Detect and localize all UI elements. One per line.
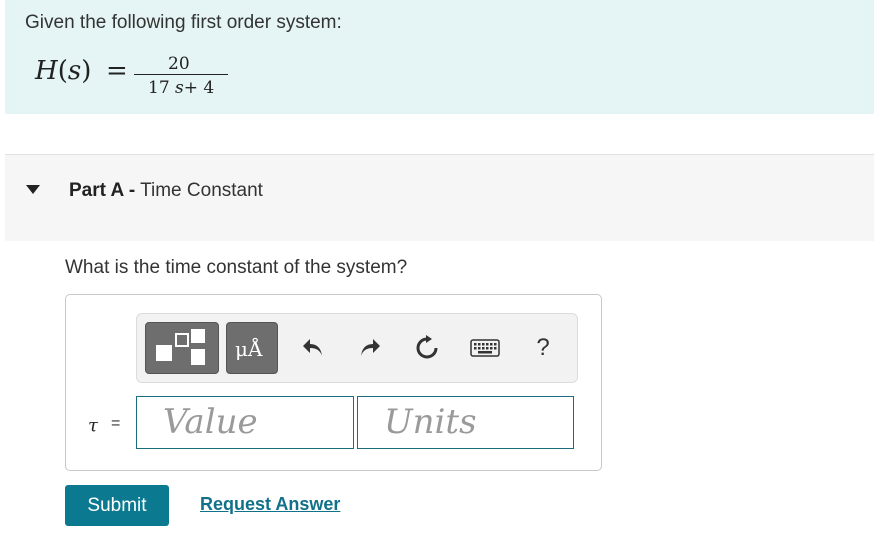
help-button[interactable]: ?: [527, 332, 559, 364]
symbols-label: μÅ: [235, 337, 263, 361]
equation-argument: s: [67, 56, 82, 86]
template-square-left: [156, 345, 172, 361]
problem-intro-panel: Given the following first order system: …: [5, 0, 874, 114]
submit-button[interactable]: Submit: [65, 485, 169, 526]
intro-text: Given the following first order system:: [25, 12, 342, 33]
answer-box: μÅ ? τ = Value Units: [65, 294, 602, 471]
value-input[interactable]: Value: [136, 396, 354, 449]
equation-open-paren: (: [57, 56, 68, 86]
request-answer-link[interactable]: Request Answer: [200, 494, 340, 515]
part-a-label: Part A -: [69, 180, 136, 201]
answer-equals: =: [111, 415, 121, 432]
answer-variable: τ: [88, 415, 98, 436]
question-text: What is the time constant of the system?: [65, 257, 408, 278]
equation-equals: =: [106, 56, 128, 86]
units-input[interactable]: Units: [357, 396, 574, 449]
template-square-top: [191, 329, 205, 343]
equation-lhs: H(s): [35, 56, 91, 86]
template-square-outline: [175, 333, 189, 347]
collapse-caret-icon[interactable]: [26, 185, 40, 194]
templates-button[interactable]: [145, 322, 219, 374]
math-toolbar: μÅ ?: [136, 313, 578, 383]
keyboard-icon[interactable]: [469, 332, 501, 364]
symbols-button[interactable]: μÅ: [226, 322, 278, 374]
equation-function-name: H: [35, 56, 58, 86]
denominator-coefficient: 17: [148, 78, 170, 98]
template-square-bottom: [191, 349, 205, 365]
equation-close-paren: ): [81, 56, 92, 86]
part-a-name: Time Constant: [140, 180, 263, 201]
fraction-bar: [134, 74, 228, 75]
equation-numerator: 20: [168, 54, 190, 74]
redo-icon[interactable]: [354, 332, 386, 364]
undo-icon[interactable]: [297, 332, 329, 364]
denominator-rest: + 4: [183, 78, 215, 98]
help-label: ?: [536, 334, 550, 361]
part-a-title: Part A - Time Constant: [69, 180, 263, 202]
denominator-variable: s: [175, 78, 184, 98]
part-a-header[interactable]: Part A - Time Constant: [5, 154, 874, 241]
equation-denominator: 17 s+ 4: [148, 78, 214, 98]
reset-icon[interactable]: [411, 332, 443, 364]
